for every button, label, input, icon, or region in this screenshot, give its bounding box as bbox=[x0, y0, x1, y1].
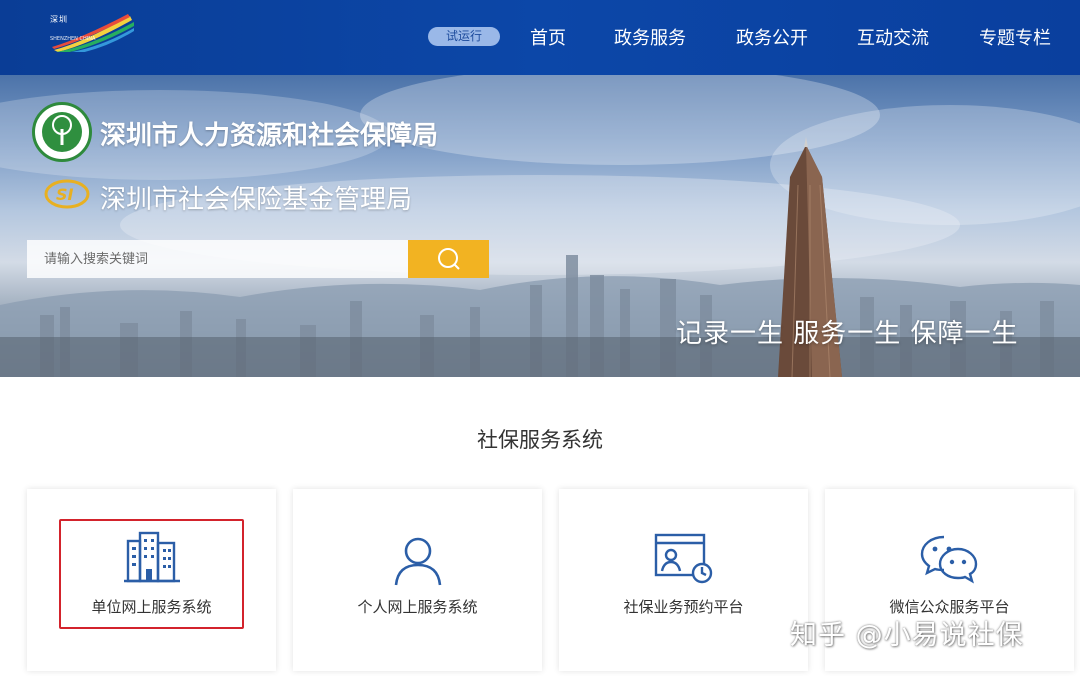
highlight-annotation-box bbox=[59, 519, 244, 629]
hrss-emblem-icon bbox=[32, 102, 92, 162]
calendar-clock-icon bbox=[654, 533, 713, 584]
nav-item-government-services[interactable]: 政务服务 bbox=[614, 24, 686, 50]
nav-item-interaction[interactable]: 互动交流 bbox=[857, 24, 929, 50]
hero-banner: 深圳市人力资源和社会保障局 SI 深圳市社会保险基金管理局 记录一生 服务一生 … bbox=[0, 75, 1080, 377]
trial-badge: 试运行 bbox=[428, 27, 500, 46]
banner-slogan: 记录一生 服务一生 保障一生 bbox=[676, 319, 1019, 349]
card-personal-online-service[interactable]: 个人网上服务系统 bbox=[293, 489, 542, 671]
nav-item-home[interactable]: 首页 bbox=[530, 24, 566, 50]
social-insurance-emblem-icon: SI bbox=[44, 179, 90, 209]
watermark: 知乎 @小易说社保 bbox=[790, 620, 1024, 651]
card-label: 社保业务预约平台 bbox=[623, 598, 744, 616]
site-logo[interactable]: 深圳 SHENZHEN CHINA bbox=[44, 12, 136, 56]
search-button[interactable] bbox=[408, 240, 489, 278]
search-icon bbox=[438, 248, 460, 270]
logo-subtext: SHENZHEN CHINA bbox=[50, 36, 96, 42]
logo-text: 深圳 bbox=[50, 15, 68, 24]
top-navigation-bar: 深圳 SHENZHEN CHINA 试运行 首页 政务服务 政务公开 互动交流 … bbox=[0, 0, 1080, 75]
nav-item-government-affairs[interactable]: 政务公开 bbox=[736, 24, 808, 50]
card-label: 个人网上服务系统 bbox=[357, 598, 478, 616]
org-primary-title: 深圳市人力资源和社会保障局 bbox=[100, 121, 439, 151]
search-input[interactable] bbox=[27, 240, 408, 278]
section-title: 社保服务系统 bbox=[477, 428, 603, 452]
card-appointment-platform[interactable]: 社保业务预约平台 bbox=[559, 489, 808, 671]
person-icon bbox=[394, 537, 442, 586]
emblem-si-text: SI bbox=[56, 185, 74, 204]
org-secondary-title: 深圳市社会保险基金管理局 bbox=[100, 185, 413, 215]
wechat-icon bbox=[920, 535, 978, 584]
nav-item-special-topics[interactable]: 专题专栏 bbox=[979, 24, 1051, 50]
